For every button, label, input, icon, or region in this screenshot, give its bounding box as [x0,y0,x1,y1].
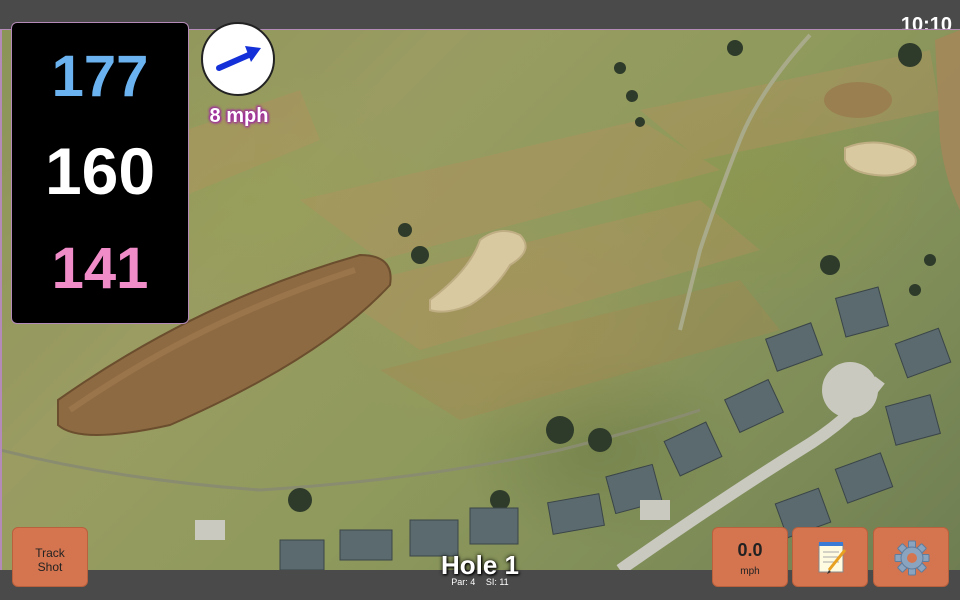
track-shot-label: Track Shot [35,546,65,574]
frame-edge-left [0,30,2,570]
hole-stroke-index: SI: 11 [485,577,509,587]
track-shot-button[interactable]: Track Shot [12,527,88,587]
speed-button[interactable]: 0.0 mph [712,527,788,587]
back-yardage: 177 [51,44,149,109]
speed-value: 0.0 [737,540,763,560]
middle-yardage: 160 [44,134,156,208]
settings-button[interactable] [873,527,949,587]
speed-unit: mph [740,566,760,577]
wind-speed-label: 8 mph [209,105,269,127]
yardage-panel: 177 160 141 [11,22,189,324]
notepad-icon [818,542,847,574]
notes-button[interactable] [792,527,868,587]
front-yardage: 141 [51,236,149,301]
hole-par: Par: 4 [451,577,476,587]
wind-arrow-icon [216,46,261,71]
hole-info: Par: 4 SI: 11 [380,577,580,587]
wind-indicator [201,22,275,96]
gear-icon [894,540,930,576]
